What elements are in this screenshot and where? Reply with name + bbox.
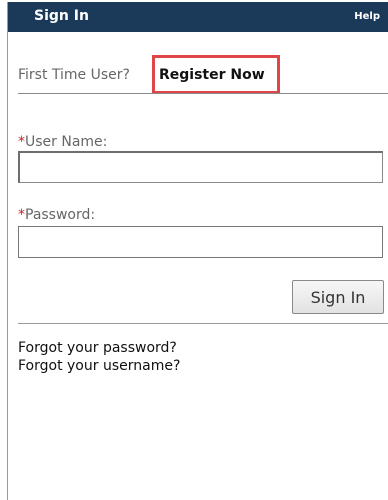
register-now-link[interactable]: Register Now bbox=[152, 55, 280, 94]
panel-title: Sign In bbox=[34, 8, 89, 24]
sign-in-button[interactable]: Sign In bbox=[292, 280, 384, 314]
username-input[interactable] bbox=[18, 151, 383, 183]
required-marker: * bbox=[18, 207, 25, 223]
username-label: *User Name: bbox=[18, 134, 108, 150]
forgot-password-link[interactable]: Forgot your password? bbox=[18, 340, 177, 356]
divider bbox=[18, 93, 388, 94]
sign-in-panel: Sign In Help First Time User? Register N… bbox=[7, 2, 388, 500]
first-time-user-prompt: First Time User? bbox=[18, 67, 130, 83]
forgot-username-link[interactable]: Forgot your username? bbox=[18, 358, 180, 374]
password-input[interactable] bbox=[18, 226, 383, 258]
panel-header: Sign In Help bbox=[8, 2, 388, 32]
password-label: *Password: bbox=[18, 207, 96, 223]
help-link[interactable]: Help bbox=[354, 11, 380, 22]
required-marker: * bbox=[18, 134, 25, 150]
divider bbox=[18, 323, 388, 324]
